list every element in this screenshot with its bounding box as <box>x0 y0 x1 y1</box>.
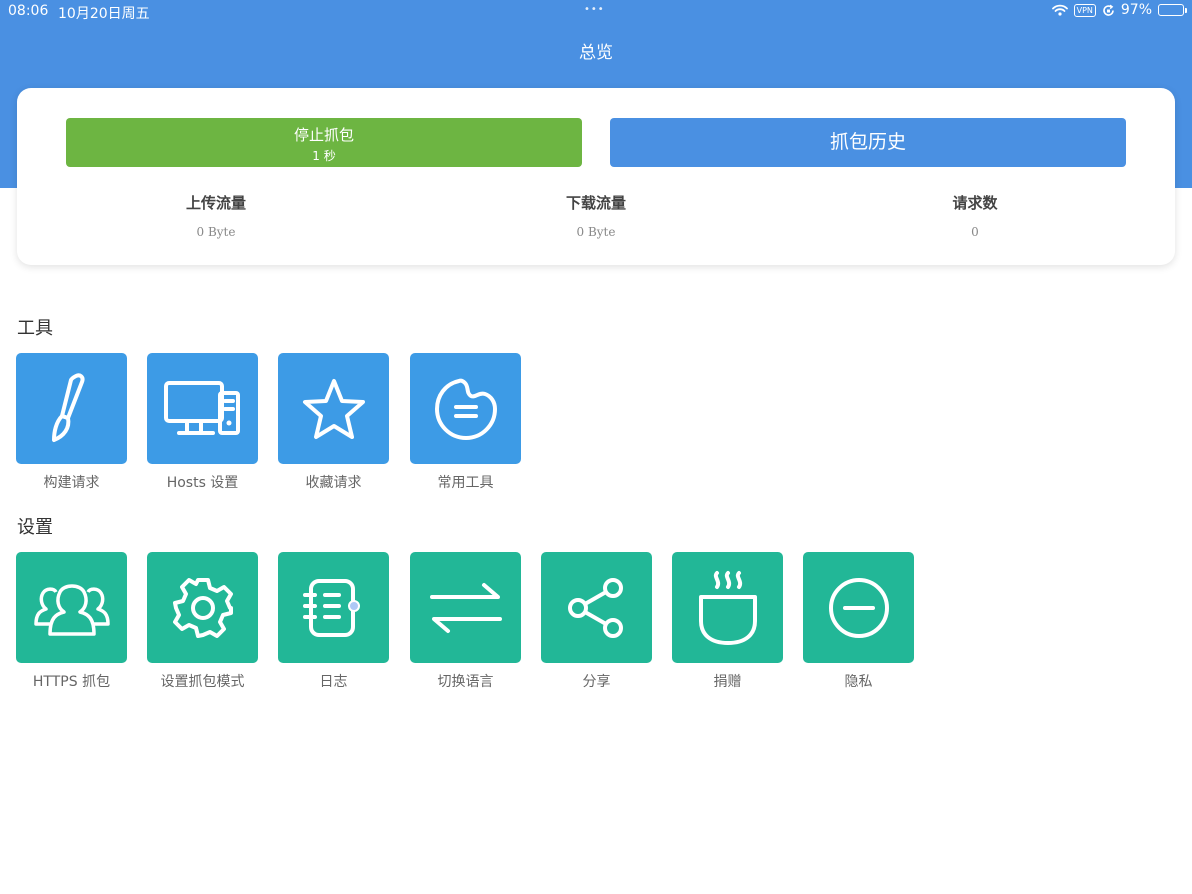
status-indicators: VPN 97% <box>1051 2 1187 18</box>
stat-value: 0 Byte <box>196 225 236 239</box>
stat-label: 请求数 <box>952 194 998 212</box>
setting-privacy[interactable]: 隐私 <box>803 552 914 691</box>
page-title: 总览 <box>579 43 613 63</box>
download-traffic-stat: 下载流量 0 Byte <box>446 192 746 239</box>
tool-tile[interactable] <box>16 353 127 464</box>
share-icon <box>566 576 628 640</box>
battery-icon <box>1158 4 1187 16</box>
setting-tile[interactable] <box>16 552 127 663</box>
tile-label: 隐私 <box>844 674 873 690</box>
tile-label: HTTPS 抓包 <box>32 674 111 690</box>
tile-label: 日志 <box>319 674 348 690</box>
capture-card: 停止抓包 1 秒 抓包历史 上传流量 0 Byte 下载流量 0 Byte 请求… <box>17 88 1175 265</box>
tile-label: 切换语言 <box>437 674 494 690</box>
tools-section-title: 工具 <box>17 318 53 339</box>
setting-tile[interactable] <box>541 552 652 663</box>
setting-tile[interactable] <box>410 552 521 663</box>
status-time: 08:06 <box>8 3 49 19</box>
tool-hosts-settings[interactable]: Hosts 设置 <box>147 353 258 492</box>
stop-capture-label: 停止抓包 <box>293 126 354 144</box>
setting-donate[interactable]: 捐赠 <box>672 552 783 691</box>
stat-label: 下载流量 <box>565 194 626 212</box>
setting-tile[interactable] <box>803 552 914 663</box>
brush-icon <box>40 372 104 446</box>
capture-history-button[interactable]: 抓包历史 <box>610 118 1126 167</box>
rotation-lock-icon <box>1102 4 1115 17</box>
setting-capture-mode[interactable]: 设置抓包模式 <box>147 552 258 691</box>
stat-value: 0 Byte <box>576 225 616 239</box>
wifi-icon <box>1051 4 1068 16</box>
capture-timer: 1 秒 <box>312 149 336 163</box>
status-bar: 08:06 10月20日周五 ••• VPN 97% <box>0 0 1192 22</box>
star-icon <box>301 377 367 441</box>
coffee-cup-icon <box>697 569 759 647</box>
tool-tile[interactable] <box>410 353 521 464</box>
tile-label: 分享 <box>582 674 611 690</box>
multitask-dots[interactable]: ••• <box>584 4 605 15</box>
setting-tile[interactable] <box>278 552 389 663</box>
request-count-stat: 请求数 0 <box>825 192 1125 239</box>
setting-tile[interactable] <box>147 552 258 663</box>
tile-label: 捐赠 <box>713 674 742 690</box>
tool-common-tools[interactable]: 常用工具 <box>410 353 521 492</box>
palette-icon <box>433 376 499 442</box>
tile-label: 设置抓包模式 <box>160 674 245 690</box>
tool-favorite-requests[interactable]: 收藏请求 <box>278 353 389 492</box>
stop-capture-button[interactable]: 停止抓包 1 秒 <box>66 118 582 167</box>
tool-tile[interactable] <box>147 353 258 464</box>
stat-value: 0 <box>971 225 979 239</box>
vpn-badge: VPN <box>1073 3 1096 17</box>
tile-label: Hosts 设置 <box>166 475 239 491</box>
gear-icon <box>171 576 235 640</box>
stat-label: 上传流量 <box>185 194 246 212</box>
switch-arrows-icon <box>428 580 504 636</box>
users-icon <box>32 578 112 638</box>
tool-tile[interactable] <box>278 353 389 464</box>
setting-log[interactable]: 日志 <box>278 552 389 691</box>
tool-build-request[interactable]: 构建请求 <box>16 353 127 492</box>
setting-tile[interactable] <box>672 552 783 663</box>
setting-switch-language[interactable]: 切换语言 <box>410 552 521 691</box>
notebook-icon <box>301 577 367 639</box>
upload-traffic-stat: 上传流量 0 Byte <box>66 192 366 239</box>
battery-percent: 97% <box>1120 2 1152 18</box>
minus-circle-icon <box>827 576 891 640</box>
computer-icon <box>163 379 243 439</box>
tile-label: 构建请求 <box>43 475 100 491</box>
tile-label: 收藏请求 <box>305 475 362 491</box>
settings-section-title: 设置 <box>17 517 53 538</box>
tile-label: 常用工具 <box>437 475 494 491</box>
setting-https-capture[interactable]: HTTPS 抓包 <box>16 552 127 691</box>
setting-share[interactable]: 分享 <box>541 552 652 691</box>
status-date: 10月20日周五 <box>58 6 150 22</box>
